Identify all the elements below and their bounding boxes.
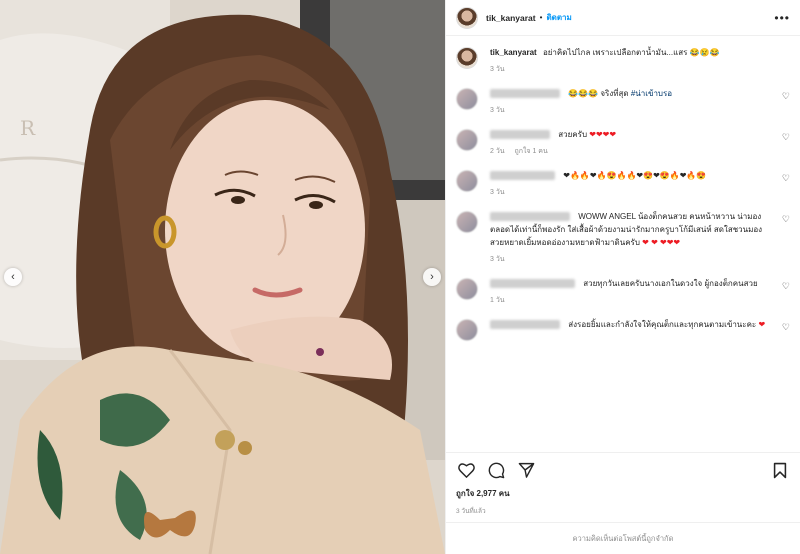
commenter-avatar[interactable] [456,88,478,110]
comment-item: WOWW ANGEL น้องต็กคนสวย คนหน้าหวาน น่ามอ… [456,210,790,265]
post-photo[interactable]: R ‹ › [0,0,445,554]
comment-like-heart-icon[interactable]: ♡ [782,281,790,292]
post-side-panel: tik_kanyarat • ติดตาม ••• tik_kanyarat อ… [445,0,800,554]
comment-item: สวยครับ ❤❤❤❤ 2 วัน ถูกใจ 1 คน ♡ [456,128,790,157]
selfie-illustration: R [0,0,445,554]
instagram-post: R ‹ › tik_kanyarat • ติดตาม ••• tik_kany… [0,0,800,554]
likes-count[interactable]: ถูกใจ 2,977 คน [456,487,790,500]
comment-text: 😂😂😂 จริงที่สุด [568,89,629,98]
comment-item: ❤🔥🔥❤🔥😍🔥🔥❤😍❤😍🔥❤🔥😍 3 วัน ♡ [456,169,790,198]
comment-item: ส่งรอยยิ้มและกำลังใจให้คุณต็กและทุกคนตาม… [456,318,790,341]
commenter-avatar[interactable] [456,319,478,341]
bookmark-icon [773,462,787,478]
comment-hearts: ❤ [758,320,766,329]
caption-time: 3 วัน [490,66,505,73]
comment-time: 3 วัน [490,189,505,196]
commenter-username-blurred[interactable] [490,171,555,181]
comment-time: 1 วัน [490,297,505,304]
commenter-avatar[interactable] [456,129,478,151]
comment-like-heart-icon[interactable]: ♡ [782,173,790,184]
share-button[interactable] [516,461,536,479]
comment-time: 3 วัน [490,256,505,263]
comment-icon [488,462,504,478]
comments-list[interactable]: tik_kanyarat อย่าคิดไปไกล เพราะเปลือกตาน… [446,36,800,452]
commenter-avatar[interactable] [456,278,478,300]
caption: tik_kanyarat อย่าคิดไปไกล เพราะเปลือกตาน… [456,46,790,75]
commenter-avatar[interactable] [456,170,478,192]
carousel-prev-button[interactable]: ‹ [4,268,22,286]
chevron-left-icon: ‹ [11,271,15,283]
comment-time: 2 วัน [490,148,505,155]
post-date: 3 วันที่แล้ว [456,508,486,515]
commenter-avatar[interactable] [456,211,478,233]
comment-hearts: ❤ ❤ ❤❤❤ [642,238,681,247]
heart-icon [457,463,475,478]
follow-button[interactable]: ติดตาม [546,11,571,24]
caption-text: อย่าคิดไปไกล เพราะเปลือกตาน้ำมัน...แสร 😂… [542,48,720,57]
comment-time: 3 วัน [490,107,505,114]
comment-hashtag[interactable]: #น่าเข้าบรอ [631,89,672,98]
comment-text: สวยทุกวันเลยครับนางเอกในดวงใจ ผู้กองต็กค… [583,279,758,288]
share-icon [518,462,534,478]
more-options-icon[interactable]: ••• [774,11,790,25]
comment-item: สวยทุกวันเลยครับนางเอกในดวงใจ ผู้กองต็กค… [456,277,790,306]
post-actions: ถูกใจ 2,977 คน 3 วันที่แล้ว [446,452,800,522]
commenter-username-blurred[interactable] [490,279,575,289]
comment-hearts: ❤❤❤❤ [589,130,617,139]
comment-button[interactable] [486,461,506,479]
author-avatar[interactable] [456,47,478,69]
comment-like-heart-icon[interactable]: ♡ [782,322,790,333]
comment-like-count[interactable]: ถูกใจ 1 คน [515,148,548,155]
caption-username[interactable]: tik_kanyarat [490,48,537,57]
comment-like-heart-icon[interactable]: ♡ [782,132,790,143]
save-button[interactable] [770,461,790,479]
comment-text: สวยครับ [558,130,588,139]
commenter-username-blurred[interactable] [490,212,570,222]
post-header: tik_kanyarat • ติดตาม ••• [446,0,800,36]
commenter-username-blurred[interactable] [490,89,560,99]
comment-text: ❤🔥🔥❤🔥😍🔥🔥❤😍❤😍🔥❤🔥😍 [563,171,707,180]
author-avatar[interactable] [456,6,478,29]
author-username[interactable]: tik_kanyarat [486,13,536,23]
separator-dot: • [539,13,543,22]
comment-like-heart-icon[interactable]: ♡ [782,91,790,102]
svg-text:R: R [20,116,36,140]
commenter-username-blurred[interactable] [490,320,560,330]
comments-disabled-notice: ความคิดเห็นต่อโพสต์นี้ถูกจำกัด [446,522,800,554]
comment-text: ส่งรอยยิ้มและกำลังใจให้คุณต็กและทุกคนตาม… [568,320,757,329]
comment-item: 😂😂😂 จริงที่สุด #น่าเข้าบรอ 3 วัน ♡ [456,87,790,116]
carousel-next-button[interactable]: › [423,268,441,286]
chevron-right-icon: › [430,271,434,283]
like-button[interactable] [456,461,476,479]
comment-like-heart-icon[interactable]: ♡ [782,214,790,225]
commenter-username-blurred[interactable] [490,130,550,140]
